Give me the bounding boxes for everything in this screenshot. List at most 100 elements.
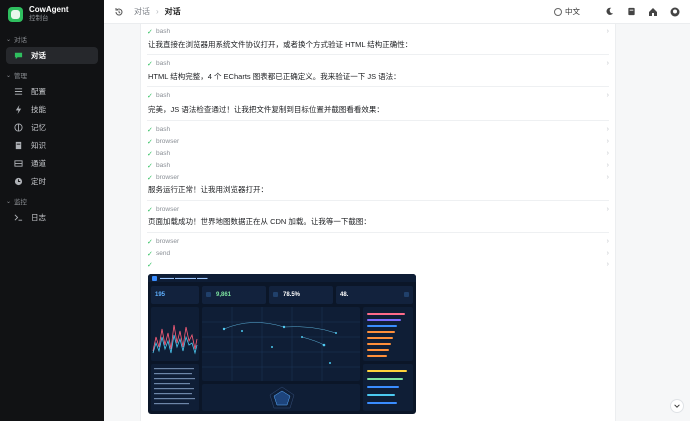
- book-icon: [14, 141, 23, 150]
- sidebar-item-memory[interactable]: 记忆: [6, 119, 98, 136]
- sidebar-item-logs[interactable]: 日志: [6, 209, 98, 226]
- divider: [147, 200, 609, 201]
- app-logo-icon: [8, 6, 23, 22]
- check-icon: ✓: [147, 261, 153, 269]
- chat-panel[interactable]: ✓ bash › 让我直接在浏览器用系统文件协议打开，或者换个方式验证 HTML 结…: [140, 24, 616, 421]
- ranking-bar: [367, 355, 387, 357]
- section-label[interactable]: ⌄ 管理: [0, 68, 104, 82]
- home-icon[interactable]: [648, 7, 658, 17]
- progress-bar: [367, 394, 395, 396]
- kpi-icon: [404, 292, 409, 297]
- chevron-right-icon: ›: [606, 261, 609, 268]
- language-switch[interactable]: 中文: [554, 6, 580, 17]
- scroll-to-bottom-button[interactable]: [670, 399, 684, 413]
- kpi-value: 195: [155, 292, 166, 298]
- chat-main: ✓ bash › 让我直接在浏览器用系统文件协议打开，或者换个方式验证 HTML 结…: [104, 24, 690, 421]
- divider: [147, 232, 609, 233]
- sidebar-item-config[interactable]: 配置: [6, 83, 98, 100]
- check-icon: ✓: [147, 238, 153, 246]
- progress-bar: [367, 402, 397, 404]
- divider: [147, 120, 609, 121]
- tool-call-row[interactable]: ✓ bash ›: [147, 26, 609, 37]
- tool-call-row[interactable]: ✓ bash ›: [147, 160, 609, 171]
- kpi-value: 78.5%: [283, 292, 301, 298]
- sidebar-item-channels[interactable]: 通道: [6, 155, 98, 172]
- channel-icon: [14, 159, 23, 168]
- check-icon: ✓: [147, 250, 153, 258]
- sidebar-item-chat[interactable]: 对话: [6, 47, 98, 64]
- tool-call-row[interactable]: ✓ browser ›: [147, 136, 609, 147]
- check-icon: ✓: [147, 28, 153, 36]
- assistant-message: 页面加载成功！世界地图数据正在从 CDN 加载。让我等一下截图：: [148, 217, 371, 226]
- chevron-right-icon: ›: [606, 238, 609, 245]
- sliders-icon: [14, 87, 23, 96]
- section-chat: ⌄ 对话 对话: [0, 32, 104, 64]
- lightning-icon: [14, 105, 23, 114]
- sidebar-item-skills[interactable]: 技能: [6, 101, 98, 118]
- chevron-right-icon: ›: [606, 92, 609, 99]
- line-chart-graphic: [152, 324, 198, 355]
- sidebar: CowAgent 控制台 ⌄ 对话 对话 ⌄ 管理 配置 技能 记忆 知识 通道…: [0, 0, 104, 421]
- world-map-pane: [202, 307, 360, 381]
- moon-icon[interactable]: [604, 7, 614, 17]
- chat-icon: [14, 51, 23, 60]
- check-icon: ✓: [147, 138, 153, 146]
- ranking-bar: [367, 319, 401, 321]
- kpi-card: 48.: [336, 286, 413, 304]
- ranking-bar: [367, 343, 391, 345]
- ranking-bars-pane: [363, 307, 413, 361]
- tool-call-row[interactable]: ✓ send ›: [147, 248, 609, 259]
- radar-chart-pane: [202, 384, 360, 411]
- section-label[interactable]: ⌄ 监控: [0, 194, 104, 208]
- chevron-right-icon: ›: [606, 126, 609, 133]
- section-label[interactable]: ⌄ 对话: [0, 32, 104, 46]
- check-icon: ✓: [147, 174, 153, 182]
- brain-icon: [14, 123, 23, 132]
- tool-call-row[interactable]: ✓ browser ›: [147, 204, 609, 215]
- assistant-message: 服务运行正常！让我用浏览器打开：: [148, 185, 268, 194]
- tool-call-row[interactable]: ✓ bash ›: [147, 148, 609, 159]
- chevron-right-icon: ›: [606, 206, 609, 213]
- ranking-bar: [367, 313, 405, 315]
- check-icon: ✓: [147, 150, 153, 158]
- history-icon[interactable]: [114, 7, 124, 17]
- tool-call-row[interactable]: ✓ browser ›: [147, 236, 609, 247]
- docs-icon[interactable]: [626, 7, 636, 17]
- chevron-right-icon: ›: [606, 138, 609, 145]
- ranking-bar: [367, 325, 397, 327]
- check-icon: ✓: [147, 126, 153, 134]
- kpi-card: 78.5%: [269, 286, 333, 304]
- screenshot-header: ▬▬▬▬ ▬▬▬▬▬▬ ▬▬▬: [148, 274, 416, 282]
- check-icon: ✓: [147, 92, 153, 100]
- globe-icon: [554, 7, 562, 16]
- breadcrumb-parent[interactable]: 对话: [134, 6, 150, 17]
- progress-bar: [367, 378, 403, 380]
- tool-call-row[interactable]: ✓ bash ›: [147, 58, 609, 69]
- kpi-value: 48.: [340, 292, 349, 298]
- section-manage: ⌄ 管理 配置 技能 记忆 知识 通道 定时: [0, 68, 104, 190]
- breadcrumb-current: 对话: [164, 7, 181, 16]
- check-icon: ✓: [147, 162, 153, 170]
- github-icon[interactable]: [670, 7, 680, 17]
- app-name: CowAgent: [29, 5, 69, 14]
- tool-call-row[interactable]: ✓ bash ›: [147, 124, 609, 135]
- sidebar-item-schedule[interactable]: 定时: [6, 173, 98, 190]
- chevron-right-icon: ›: [606, 174, 609, 181]
- screenshot-logo-icon: [152, 275, 157, 281]
- tool-call-row[interactable]: ✓ browser ›: [147, 172, 609, 183]
- ranking-bar: [367, 349, 389, 351]
- tool-call-row[interactable]: ✓ ›: [147, 259, 609, 270]
- world-map-graphic: [202, 307, 360, 381]
- event-list-graphic: [154, 368, 195, 405]
- sidebar-item-knowledge[interactable]: 知识: [6, 137, 98, 154]
- tool-call-row[interactable]: ✓ bash ›: [147, 90, 609, 101]
- brand[interactable]: CowAgent 控制台: [0, 0, 104, 28]
- terminal-icon: [14, 213, 23, 222]
- breadcrumb-separator: ›: [156, 7, 159, 16]
- assistant-message: 让我直接在浏览器用系统文件协议打开，或者换个方式验证 HTML 结构正确性：: [148, 40, 413, 49]
- kpi-icon: [206, 292, 211, 297]
- chevron-down-icon: [674, 404, 680, 408]
- kpi-icon: [273, 292, 278, 297]
- dashboard-screenshot-image[interactable]: ▬▬▬▬ ▬▬▬▬▬▬ ▬▬▬ 195 9,861 78.5% 48.: [148, 274, 416, 414]
- radar-chart-graphic: [269, 386, 295, 409]
